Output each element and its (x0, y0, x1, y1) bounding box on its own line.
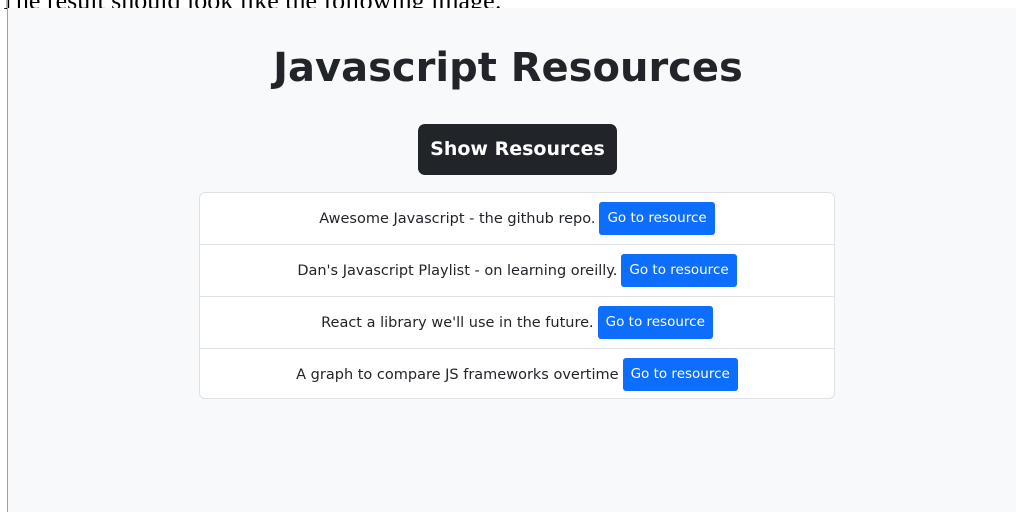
go-to-resource-button[interactable]: Go to resource (597, 306, 713, 339)
resource-text: React a library we'll use in the future. (321, 314, 594, 331)
resource-text: Awesome Javascript - the github repo. (319, 210, 596, 227)
go-to-resource-button[interactable]: Go to resource (621, 254, 737, 287)
go-to-resource-button[interactable]: Go to resource (622, 358, 738, 391)
page: The result should look like the followin… (0, 0, 1016, 512)
resource-list: Awesome Javascript - the github repo. Go… (199, 192, 835, 399)
go-to-resource-button[interactable]: Go to resource (599, 202, 715, 235)
resource-text: A graph to compare JS frameworks overtim… (296, 366, 619, 383)
resource-text: Dan's Javascript Playlist - on learning … (297, 262, 618, 279)
list-item: A graph to compare JS frameworks overtim… (200, 349, 834, 398)
list-item: React a library we'll use in the future.… (200, 297, 834, 349)
list-item: Dan's Javascript Playlist - on learning … (200, 245, 834, 297)
page-title: Javascript Resources (273, 45, 743, 91)
show-resources-button[interactable]: Show Resources (418, 124, 617, 175)
list-item: Awesome Javascript - the github repo. Go… (200, 193, 834, 245)
